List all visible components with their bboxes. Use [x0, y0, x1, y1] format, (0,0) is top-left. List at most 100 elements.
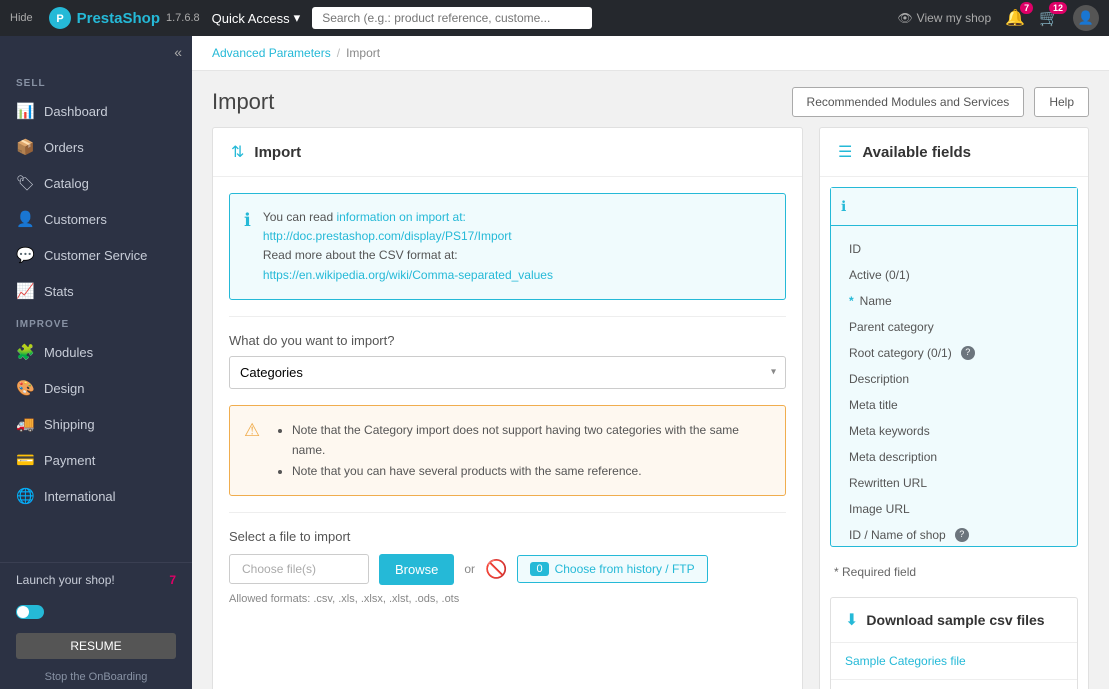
- import-card: ⇅ Import ℹ You can read information on i…: [212, 127, 803, 689]
- logo-text: PrestaShop: [77, 10, 160, 27]
- topbar: Hide P PrestaShop 1.7.6.8 Quick Access ▾…: [0, 0, 1109, 36]
- toggle-switch[interactable]: [16, 605, 176, 619]
- sidebar-item-shipping[interactable]: 🚚 Shipping: [0, 406, 192, 442]
- sidebar-item-label: Design: [44, 381, 84, 396]
- page-header-actions: Recommended Modules and Services Help: [792, 87, 1089, 117]
- info-link-text[interactable]: information on import at:: [336, 210, 465, 224]
- field-meta-description: Meta description: [841, 444, 1067, 470]
- list-icon: ☰: [838, 142, 852, 162]
- browse-button[interactable]: Browse: [379, 554, 454, 585]
- field-label: Meta title: [849, 396, 898, 414]
- topbar-right: 👁 View my shop 🔔 7 🛒 12 👤: [897, 5, 1099, 31]
- sidebar-item-label: Orders: [44, 140, 84, 155]
- search-box: [312, 7, 592, 29]
- main-content: Advanced Parameters / Import Import Reco…: [192, 36, 1109, 689]
- sell-section-label: SELL: [0, 68, 192, 93]
- fields-list: ID Active (0/1) * Name Parent category: [831, 226, 1077, 546]
- file-upload-row: Choose file(s) Browse or 🚫 0 Choose from…: [229, 554, 786, 585]
- field-label: Image URL: [849, 500, 910, 518]
- field-label: Description: [849, 370, 909, 388]
- field-label: Active (0/1): [849, 266, 910, 284]
- sidebar-toggle: «: [0, 36, 192, 68]
- sample-categories-link[interactable]: Sample Categories file: [831, 643, 1077, 680]
- fields-container: ℹ ID Active (0/1) * Name: [830, 187, 1078, 547]
- sidebar-item-label: Shipping: [44, 417, 95, 432]
- field-parent-category: Parent category: [841, 314, 1067, 340]
- customers-icon: 👤: [16, 210, 34, 228]
- download-title: Download sample csv files: [866, 612, 1044, 628]
- available-fields-title: Available fields: [862, 144, 971, 161]
- sample-products-link[interactable]: Sample Products file: [831, 680, 1077, 689]
- fields-info-box: ℹ: [831, 188, 1077, 226]
- field-label: Name: [860, 292, 892, 310]
- import-info-box: ℹ You can read information on import at:…: [229, 193, 786, 300]
- sidebar-item-customers[interactable]: 👤 Customers: [0, 201, 192, 237]
- field-rewritten-url: Rewritten URL: [841, 470, 1067, 496]
- international-icon: 🌐: [16, 487, 34, 505]
- sidebar-item-catalog[interactable]: 🏷 Catalog: [0, 165, 192, 201]
- toggle-area: [0, 597, 192, 627]
- field-active: Active (0/1): [841, 262, 1067, 288]
- info-link-2[interactable]: https://en.wikipedia.org/wiki/Comma-sepa…: [263, 268, 553, 282]
- no-icon: 🚫: [485, 559, 507, 580]
- side-card: ☰ Available fields ℹ ID Activ: [819, 127, 1089, 689]
- hide-button[interactable]: Hide: [10, 12, 33, 24]
- recommended-modules-button[interactable]: Recommended Modules and Services: [792, 87, 1025, 117]
- resume-button[interactable]: RESUME: [16, 633, 176, 659]
- fields-info-icon: ℹ: [841, 198, 846, 215]
- breadcrumb: Advanced Parameters / Import: [192, 36, 1109, 71]
- download-icon: ⬇: [845, 610, 858, 630]
- warning-list: Note that the Category import does not s…: [276, 420, 771, 481]
- sidebar-item-dashboard[interactable]: 📊 Dashboard: [0, 93, 192, 129]
- stop-onboarding-link[interactable]: Stop the OnBoarding: [0, 665, 192, 689]
- field-label: ID: [849, 240, 861, 258]
- warning-box: ⚠ Note that the Category import does not…: [229, 405, 786, 496]
- history-label: Choose from history / FTP: [555, 562, 695, 576]
- sidebar-item-payment[interactable]: 💳 Payment: [0, 442, 192, 478]
- notifications-button[interactable]: 🔔 7: [1005, 8, 1025, 28]
- cart-button[interactable]: 🛒 12: [1039, 8, 1059, 28]
- field-description: Description: [841, 366, 1067, 392]
- search-input[interactable]: [312, 7, 592, 29]
- info-link-1[interactable]: http://doc.prestashop.com/display/PS17/I…: [263, 229, 512, 243]
- main-layout: « SELL 📊 Dashboard 📦 Orders 🏷 Catalog 👤 …: [0, 36, 1109, 689]
- what-to-import-section: What do you want to import? Categories P…: [213, 317, 802, 405]
- eye-icon: 👁: [897, 11, 912, 25]
- quick-access-label: Quick Access: [212, 11, 290, 26]
- import-type-select[interactable]: Categories Products Combinations Custome…: [229, 356, 786, 389]
- view-shop-label: View my shop: [917, 11, 991, 25]
- notifications-badge: 7: [1020, 2, 1033, 14]
- sidebar-item-stats[interactable]: 📈 Stats: [0, 273, 192, 309]
- sidebar-item-label: Customers: [44, 212, 107, 227]
- shipping-icon: 🚚: [16, 415, 34, 433]
- history-ftp-button[interactable]: 0 Choose from history / FTP: [517, 555, 707, 583]
- sidebar-item-label: Dashboard: [44, 104, 108, 119]
- cart-badge: 12: [1049, 2, 1067, 14]
- allowed-formats: Allowed formats: .csv, .xls, .xlsx, .xls…: [229, 593, 786, 605]
- page-header: Import Recommended Modules and Services …: [192, 71, 1109, 127]
- required-note: * Required field: [820, 557, 1088, 587]
- help-button[interactable]: Help: [1034, 87, 1089, 117]
- sidebar-item-modules[interactable]: 🧩 Modules: [0, 334, 192, 370]
- help-icon[interactable]: ?: [961, 346, 975, 360]
- view-my-shop-button[interactable]: 👁 View my shop: [897, 11, 991, 25]
- user-avatar[interactable]: 👤: [1073, 5, 1099, 31]
- info-about-text: Read more about the CSV format at:: [263, 248, 458, 262]
- field-label: Meta keywords: [849, 422, 930, 440]
- sidebar: « SELL 📊 Dashboard 📦 Orders 🏷 Catalog 👤 …: [0, 36, 192, 689]
- dashboard-icon: 📊: [16, 102, 34, 120]
- quick-access-button[interactable]: Quick Access ▾: [212, 10, 301, 26]
- file-input-display: Choose file(s): [229, 554, 369, 584]
- shop-help-icon[interactable]: ?: [955, 528, 969, 542]
- launch-shop-label: Launch your shop!: [16, 573, 115, 587]
- breadcrumb-parent[interactable]: Advanced Parameters: [212, 46, 331, 60]
- sidebar-item-design[interactable]: 🎨 Design: [0, 370, 192, 406]
- orders-icon: 📦: [16, 138, 34, 156]
- logo: P PrestaShop 1.7.6.8: [49, 7, 200, 29]
- warning-icon: ⚠: [244, 420, 260, 441]
- sidebar-collapse-button[interactable]: «: [174, 44, 182, 60]
- sidebar-item-customer-service[interactable]: 💬 Customer Service: [0, 237, 192, 273]
- file-section-label: Select a file to import: [229, 529, 786, 544]
- sidebar-item-orders[interactable]: 📦 Orders: [0, 129, 192, 165]
- sidebar-item-international[interactable]: 🌐 International: [0, 478, 192, 514]
